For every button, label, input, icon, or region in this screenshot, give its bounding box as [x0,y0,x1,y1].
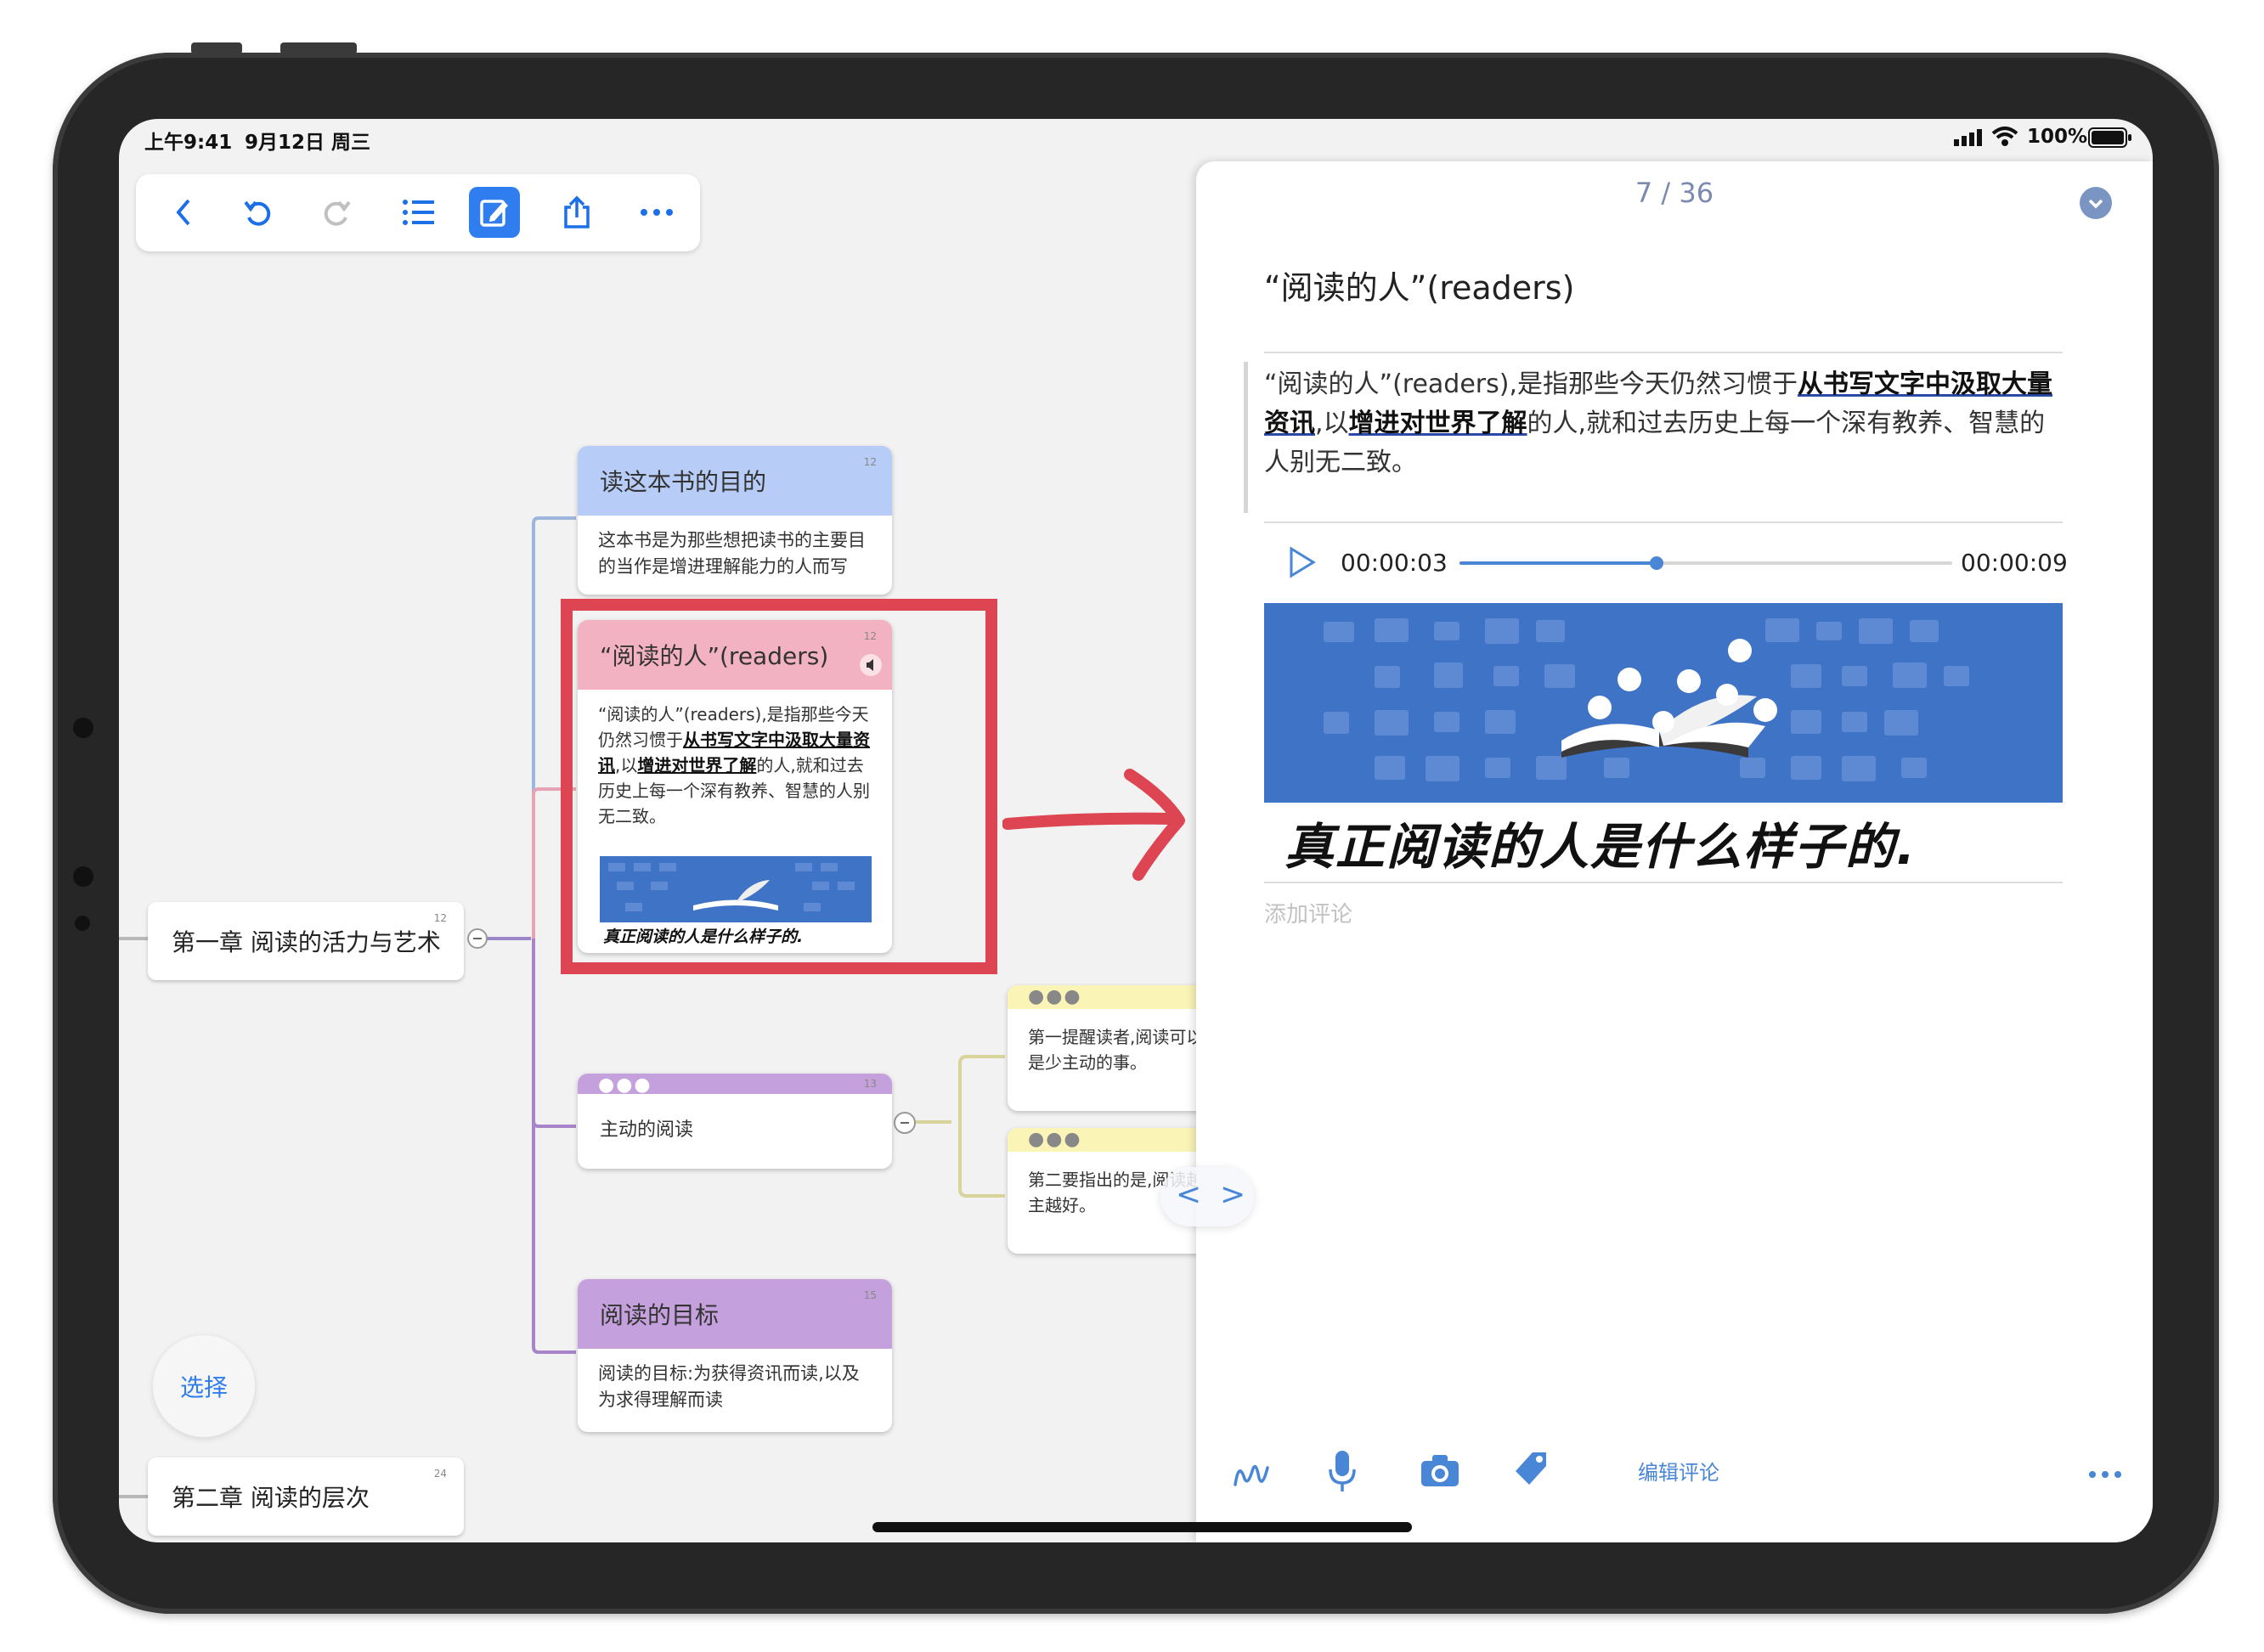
arrow-icon [1002,763,1198,882]
card-title: 读这本书的目的 [600,468,767,496]
note-title: “阅读的人”(readers) [1264,269,1575,307]
card-header: 读这本书的目的 12 [578,446,892,516]
chapter-label: 第二章 阅读的层次 [172,1484,370,1512]
camera-dot [73,718,93,738]
note-body[interactable]: “阅读的人”(readers),是指那些今天仍然习惯于从书写文字中汲取大量资讯,… [1264,365,2066,482]
quote-bar [1244,362,1248,513]
card-header: ●●● [1008,1128,1228,1152]
audio-track[interactable] [1459,556,1952,570]
node-count: 13 [863,1078,877,1090]
battery-percent: 100% [2027,126,2088,148]
chapter-node-1[interactable]: 第一章 阅读的活力与艺术 12 [148,902,464,980]
microphone-icon[interactable] [1325,1447,1359,1495]
audio-current-time: 00:00:03 [1341,549,1448,577]
collapse-toggle[interactable] [467,928,488,949]
page-nav: < > [1160,1167,1254,1226]
audio-scrubber[interactable] [1650,556,1663,570]
chevron-down-icon[interactable] [2080,187,2112,219]
card-body: 阅读的目标:为获得资讯而读,以及为求得理解而读 [598,1363,860,1410]
card-header: ●●● [1008,985,1228,1009]
book-image[interactable] [1264,603,2063,803]
camera-icon[interactable] [1419,1452,1461,1490]
edit-comment-button[interactable]: 编辑评论 [1638,1456,1719,1486]
card-note-1[interactable]: ●●● 第一提醒读者,阅读可以是少主动的事。 [1008,985,1228,1111]
divider [1264,882,2063,883]
select-button[interactable]: 选择 [153,1335,255,1437]
card-goal[interactable]: 阅读的目标 15 阅读的目标:为获得资讯而读,以及为求得理解而读 [578,1279,892,1432]
card-purpose[interactable]: 读这本书的目的 12 这本书是为那些想把读书的主要目的当作是增进理解能力的人而写 [578,446,892,595]
note-detail-panel: 7 / 36 “阅读的人”(readers) “阅读的人”(readers),是… [1196,161,2153,1542]
selection-highlight [561,599,997,974]
more-dots-icon: ●●● [1028,986,1082,1007]
node-count: 12 [863,456,877,468]
node-count: 24 [433,1468,447,1480]
camera-dot [73,866,93,887]
card-body: 这本书是为那些想把读书的主要目的当作是增进理解能力的人而写 [598,530,866,577]
card-title: 主动的阅读 [600,1119,694,1141]
camera-dot [75,916,90,931]
text-segment: ,以 [1315,409,1349,438]
more-dots-icon: ●●● [598,1074,652,1096]
battery-icon [2088,127,2132,148]
collapse-toggle[interactable] [894,1112,916,1134]
prev-button[interactable]: < [1176,1177,1201,1212]
more-icon[interactable] [2088,1466,2122,1478]
chapter-node-2[interactable]: 第二章 阅读的层次 24 [148,1457,464,1536]
volume-button [191,42,242,54]
audio-total-time: 00:00:09 [1961,549,2068,577]
comment-input[interactable]: 添加评论 [1264,897,1352,928]
highlight-text: 增进对世界了解 [1348,409,1527,438]
more-dots-icon: ●●● [1028,1129,1082,1150]
screen: 上午9:41 9月12日 周三 100% 第一章 阅读的活力与艺术 12 第二章… [119,119,2153,1542]
page-indicator: 7 / 36 [1634,177,1714,209]
play-icon[interactable] [1284,545,1318,579]
audio-progress [1459,561,1657,565]
signal-icon [1954,129,1985,146]
handwriting-note: 真正阅读的人是什么样子的. [1284,818,1917,876]
text-segment: “阅读的人”(readers),是指那些今天仍然习惯于 [1264,369,1798,399]
node-count: 12 [433,912,447,924]
card-body: 第一提醒读者,阅读可以是少主动的事。 [1028,1027,1204,1073]
divider [1264,522,2063,523]
node-count: 15 [863,1289,877,1301]
divider [1264,352,2063,353]
card-header: ●●● 13 [578,1074,892,1096]
card-active-reading[interactable]: ●●● 13 主动的阅读 [578,1074,892,1169]
chapter-label: 第一章 阅读的活力与艺术 [172,928,441,956]
next-button[interactable]: > [1220,1177,1245,1212]
power-button [280,42,357,54]
home-indicator[interactable] [872,1522,1412,1532]
card-header: 阅读的目标 15 [578,1279,892,1349]
card-title: 阅读的目标 [600,1301,720,1329]
handwriting-pen-icon[interactable] [1230,1451,1273,1493]
tag-icon[interactable] [1512,1449,1551,1488]
wifi-icon [1991,126,2018,148]
